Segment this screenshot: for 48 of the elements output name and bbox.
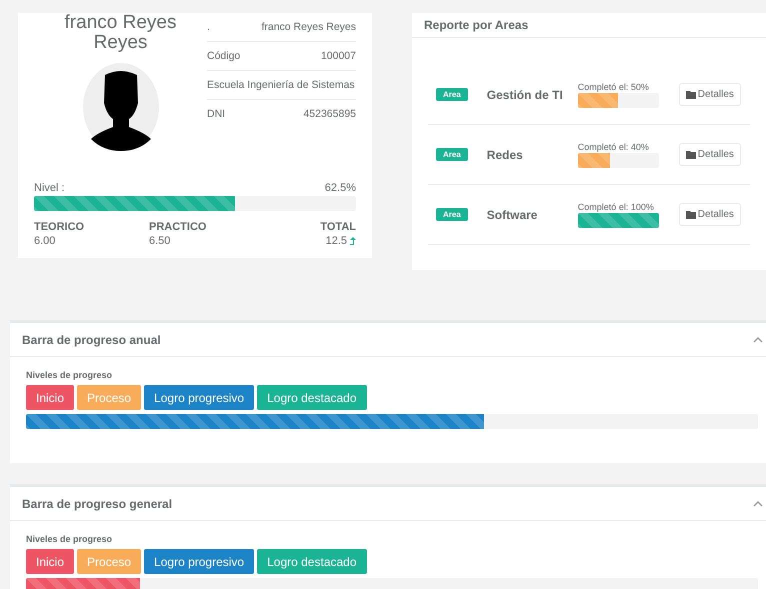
level-button[interactable]: Proceso bbox=[77, 549, 142, 574]
info-label: Código bbox=[207, 50, 240, 62]
info-value: 452365895 bbox=[303, 108, 356, 120]
completion-caption: Completó el: 50% bbox=[578, 82, 650, 92]
level-button[interactable]: Logro progresivo bbox=[144, 385, 254, 410]
card-title: Reporte por Areas bbox=[424, 18, 528, 32]
level-button[interactable]: Inicio bbox=[26, 385, 74, 410]
area-name: Gestión de TI bbox=[486, 88, 564, 102]
details-button[interactable]: Detalles bbox=[678, 83, 741, 106]
completion-caption: Completó el: 40% bbox=[578, 142, 650, 152]
score-value: 12.5 bbox=[326, 234, 347, 248]
score-value: 6.50 bbox=[149, 234, 170, 248]
level-button[interactable]: Logro destacado bbox=[257, 549, 367, 574]
completion-caption: Completó el: 100% bbox=[578, 202, 655, 212]
area-name: Redes bbox=[486, 148, 524, 162]
score-value: 6.00 bbox=[34, 234, 56, 248]
info-label: DNI bbox=[207, 108, 226, 120]
levels-label: Niveles de progreso bbox=[26, 370, 114, 380]
level-button[interactable]: Inicio bbox=[26, 549, 74, 574]
score-label: PRACTICO bbox=[149, 220, 208, 234]
level-button[interactable]: Logro destacado bbox=[257, 385, 367, 410]
details-button[interactable]: Detalles bbox=[678, 143, 741, 166]
info-value: franco Reyes Reyes bbox=[261, 21, 356, 33]
panel-title: Barra de progreso general bbox=[22, 496, 172, 510]
info-label: Escuela Ingeniería de Sistemas bbox=[207, 79, 355, 91]
area-badge: Area bbox=[436, 208, 468, 221]
panel-title: Barra de progreso anual bbox=[22, 332, 161, 346]
area-badge: Area bbox=[436, 88, 468, 101]
avatar-silhouette-icon bbox=[82, 63, 158, 151]
chevron-up-icon[interactable] bbox=[753, 336, 763, 342]
folder-icon bbox=[686, 210, 696, 218]
level-button[interactable]: Proceso bbox=[77, 385, 142, 410]
score-label: TEORICO bbox=[34, 220, 86, 234]
arrow-up-icon bbox=[350, 236, 356, 246]
chevron-up-icon[interactable] bbox=[753, 500, 763, 506]
folder-icon bbox=[686, 90, 696, 98]
level-label: Nivel : bbox=[34, 182, 65, 194]
area-name: Software bbox=[486, 208, 538, 222]
student-name: franco Reyes Reyes bbox=[64, 13, 178, 53]
level-reading: 62.5% bbox=[324, 182, 356, 194]
folder-icon bbox=[686, 150, 696, 158]
levels-label: Niveles de progreso bbox=[26, 534, 114, 544]
area-badge: Area bbox=[436, 148, 468, 161]
info-value: 100007 bbox=[320, 50, 356, 62]
level-button[interactable]: Logro progresivo bbox=[144, 549, 254, 574]
details-button[interactable]: Detalles bbox=[678, 203, 741, 226]
score-label: TOTAL bbox=[320, 220, 356, 234]
info-label: . bbox=[207, 21, 210, 33]
